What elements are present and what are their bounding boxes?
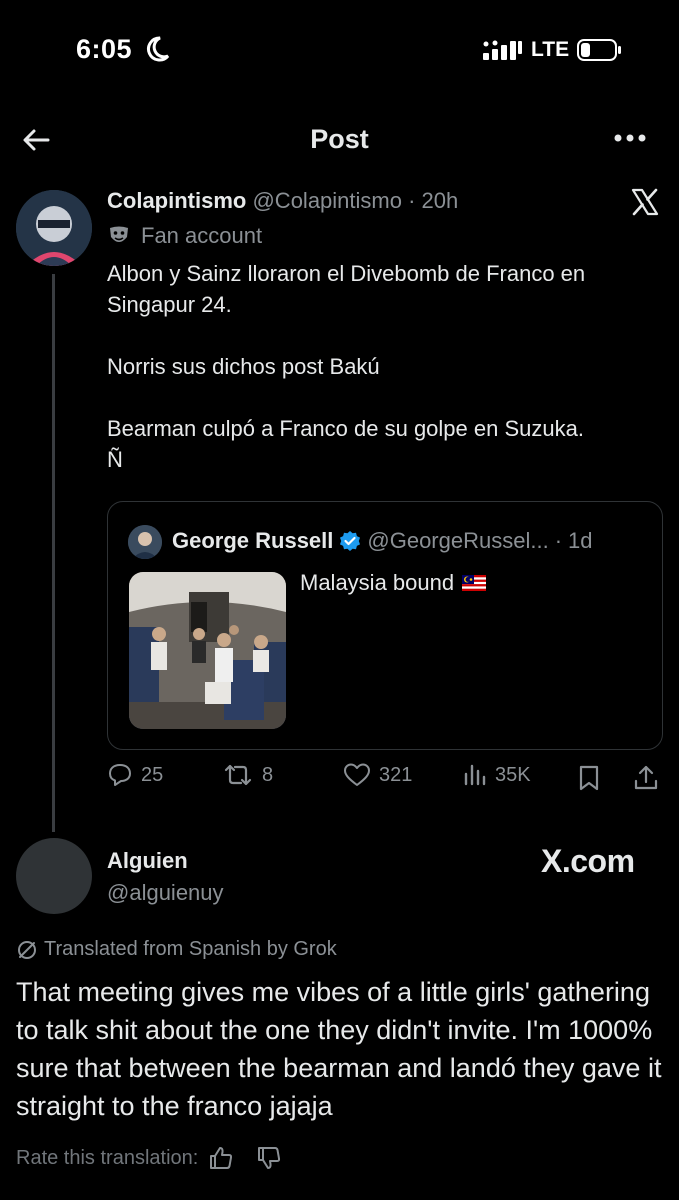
- post-time: 20h: [421, 188, 459, 213]
- quote-avatar-image: [128, 525, 162, 559]
- separator-dot: ·: [554, 528, 563, 553]
- post-actions: 25 8 321 35K: [107, 762, 663, 798]
- quote-time: 1d: [568, 528, 593, 553]
- reply-count: 25: [141, 763, 164, 786]
- theater-mask-icon: [110, 226, 128, 242]
- thumbs-down-icon: [258, 1147, 281, 1169]
- xcom-label: X.com: [541, 843, 635, 879]
- quote-author-handle: @GeorgeRussel...: [367, 528, 549, 553]
- translated-label: Translated from Spanish by Grok: [44, 938, 337, 960]
- post-text-line: Albon y Sainz lloraron el Divebomb de Fr…: [107, 261, 586, 286]
- reply-avatar[interactable]: [16, 838, 92, 914]
- post-text: Albon y Sainz lloraron el Divebomb de Fr…: [107, 258, 667, 475]
- reply-author-handle[interactable]: @alguienuy: [107, 880, 224, 906]
- bookmark-icon[interactable]: [577, 764, 601, 792]
- analytics-icon: [464, 764, 486, 786]
- moon-icon: [147, 36, 170, 62]
- translated-label-row: Translated from Spanish by Grok: [16, 938, 337, 961]
- quote-text-row: Malaysia bound: [300, 570, 487, 596]
- post-text-line: Bearman culpó a Franco de su golpe en Su…: [107, 416, 584, 441]
- x-logo-icon: [631, 188, 659, 216]
- battery-icon: [577, 39, 621, 61]
- post-author-row: Colapintismo @Colapintismo · 20h: [107, 188, 458, 214]
- like-count: 321: [379, 763, 413, 786]
- view-count: 35K: [495, 763, 531, 786]
- share-icon[interactable]: [632, 764, 660, 792]
- status-time: 6:05: [76, 34, 133, 64]
- post-text-line: Norris sus dichos post Bakú: [107, 354, 380, 379]
- heart-icon: [344, 763, 370, 786]
- page-title: Post: [310, 124, 369, 154]
- jet-cabin-photo: [129, 572, 286, 729]
- reply-author-name[interactable]: Alguien: [107, 848, 188, 874]
- like-button[interactable]: 321: [343, 762, 412, 788]
- header: Post: [0, 110, 679, 170]
- quote-text: Malaysia bound: [300, 570, 455, 595]
- thumbs-down-button[interactable]: [256, 1145, 282, 1171]
- quote-author-row: George Russell @GeorgeRussel... · 1d: [172, 528, 593, 554]
- translation-text: That meeting gives me vibes of a little …: [16, 977, 662, 1121]
- malaysia-flag-icon: [462, 575, 487, 591]
- account-label-row: Fan account: [107, 223, 262, 249]
- thumbs-up-button[interactable]: [208, 1145, 234, 1171]
- repost-button[interactable]: 8: [222, 762, 273, 788]
- more-options-icon[interactable]: [612, 126, 648, 150]
- account-label: Fan account: [141, 223, 263, 248]
- author-handle[interactable]: @Colapintismo: [252, 188, 402, 213]
- reply-button[interactable]: 25: [107, 762, 163, 788]
- avatar[interactable]: [16, 190, 92, 266]
- quote-avatar: [128, 525, 162, 559]
- network-type: LTE: [531, 38, 570, 61]
- status-bar: 6:05 LTE: [0, 0, 679, 100]
- separator-dot: ·: [408, 188, 416, 213]
- post-text-line: Ñ: [107, 447, 123, 472]
- thumbs-up-icon: [210, 1147, 233, 1169]
- signal-icon: [483, 40, 522, 60]
- author-name[interactable]: Colapintismo: [107, 188, 246, 213]
- quote-photo[interactable]: [129, 572, 286, 729]
- repost-icon: [224, 764, 252, 786]
- thread-line: [52, 274, 55, 832]
- quoted-post-card[interactable]: George Russell @GeorgeRussel... · 1d Mal…: [107, 501, 663, 750]
- translate-icon: [18, 940, 36, 959]
- rate-translation-row: Rate this translation:: [16, 1145, 282, 1171]
- repost-count: 8: [262, 763, 274, 786]
- post-text-line: Singapur 24.: [107, 292, 232, 317]
- quote-author-name: George Russell: [172, 528, 334, 553]
- reply-icon: [109, 764, 131, 786]
- views-button[interactable]: 35K: [463, 762, 531, 788]
- verified-badge-icon: [340, 531, 361, 551]
- avatar-image: [16, 190, 92, 266]
- rate-label: Rate this translation:: [16, 1146, 199, 1169]
